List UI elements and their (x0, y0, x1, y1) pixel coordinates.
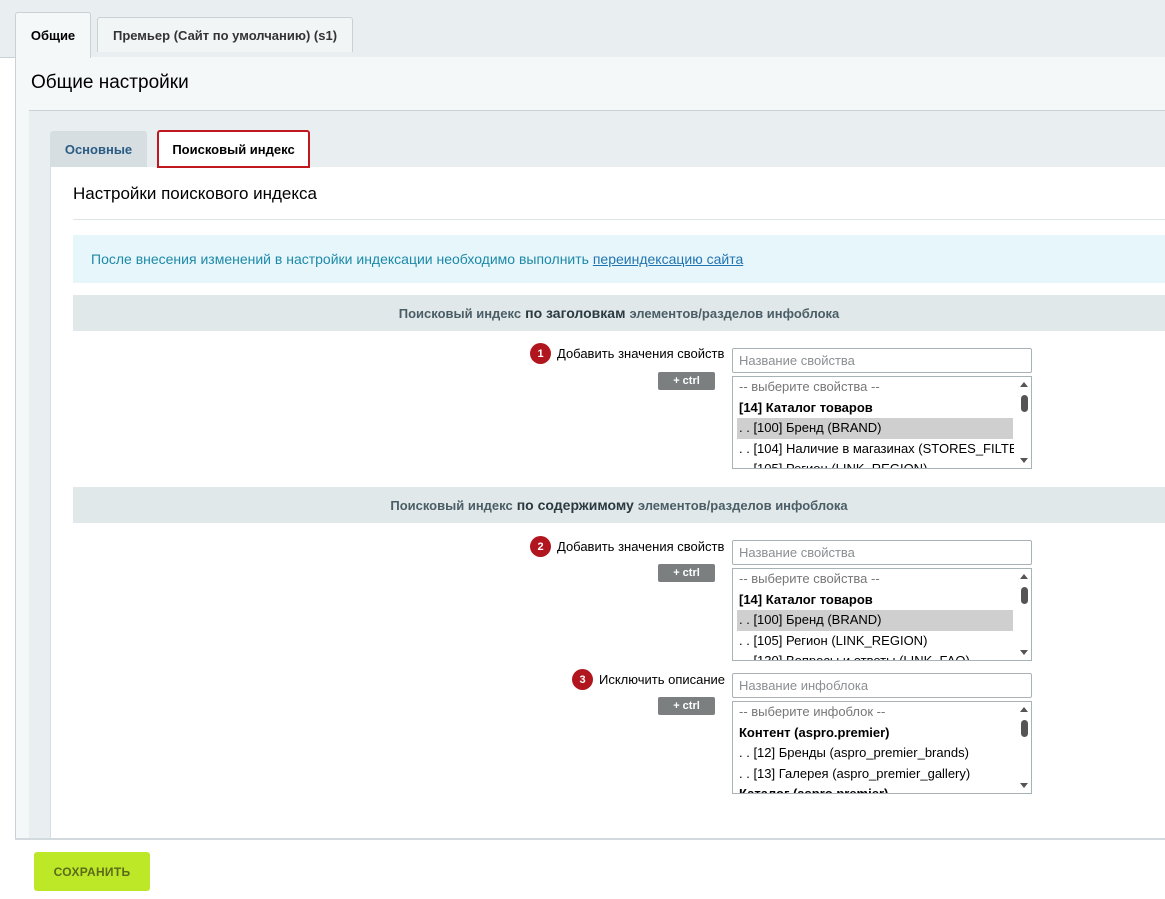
band-suffix: элементов/разделов инфоблока (637, 497, 848, 513)
scrollbar[interactable] (1017, 569, 1031, 660)
ctrl-hint-button[interactable]: + ctrl (658, 372, 715, 390)
band-prefix: Поисковый индекс (398, 305, 522, 321)
section-band-content: Поисковый индекс по содержимому элементо… (73, 487, 1165, 523)
footer-bar (15, 840, 1165, 899)
list-option[interactable]: -- выберите свойства -- (733, 569, 1014, 590)
ctrl-hint-button[interactable]: + ctrl (658, 564, 715, 582)
scrollbar[interactable] (1017, 702, 1031, 793)
scroll-thumb[interactable] (1021, 720, 1028, 737)
reindex-link[interactable]: переиндексацию сайта (593, 251, 743, 267)
property-search-input[interactable] (732, 540, 1032, 565)
row-label-text: Добавить значения свойств (557, 539, 725, 554)
list-option-group[interactable]: Каталог (aspro.premier) (733, 784, 1014, 793)
list-option[interactable]: . . [12] Бренды (aspro_premier_brands) (733, 743, 1014, 764)
list-option-selected[interactable]: . . [100] Бренд (BRAND) (737, 418, 1013, 439)
row-label-exclude-description: 3 Исключить описание (572, 669, 725, 690)
iblock-search-input[interactable] (732, 673, 1032, 698)
band-emphasis: по содержимому (516, 497, 634, 513)
property-multiselect[interactable]: -- выберите свойства -- [14] Каталог тов… (732, 376, 1032, 469)
notice-text: После внесения изменений в настройки инд… (91, 251, 593, 267)
ctrl-hint-button[interactable]: + ctrl (658, 697, 715, 715)
page-title: Общие настройки (31, 72, 189, 93)
scroll-up-arrow-icon[interactable] (1020, 707, 1028, 712)
save-button[interactable]: СОХРАНИТЬ (34, 852, 150, 891)
tab-site-premier[interactable]: Премьер (Сайт по умолчанию) (s1) (97, 17, 353, 52)
step-badge: 3 (572, 669, 593, 690)
scroll-down-arrow-icon[interactable] (1020, 458, 1028, 463)
property-multiselect[interactable]: -- выберите свойства -- [14] Каталог тов… (732, 568, 1032, 661)
list-option[interactable]: . . [104] Наличие в магазинах (STORES_FI… (733, 439, 1014, 460)
scroll-thumb[interactable] (1021, 395, 1028, 412)
band-prefix: Поисковый индекс (390, 497, 513, 513)
list-option[interactable]: -- выберите инфоблок -- (733, 702, 1014, 723)
divider (73, 219, 1165, 220)
scroll-thumb[interactable] (1021, 587, 1028, 604)
step-badge: 1 (530, 343, 551, 364)
step-badge: 2 (530, 536, 551, 557)
list-option[interactable]: . . [13] Галерея (aspro_premier_gallery) (733, 764, 1014, 785)
section-band-titles: Поисковый индекс по заголовкам элементов… (73, 295, 1165, 331)
scrollbar[interactable] (1017, 377, 1031, 468)
scroll-down-arrow-icon[interactable] (1020, 783, 1028, 788)
row-label-add-properties-1: 1 Добавить значения свойств (530, 343, 724, 364)
list-option-group[interactable]: [14] Каталог товаров (733, 590, 1014, 611)
scroll-down-arrow-icon[interactable] (1020, 650, 1028, 655)
band-emphasis: по заголовкам (525, 305, 626, 321)
tab-general[interactable]: Общие (15, 12, 91, 58)
scroll-up-arrow-icon[interactable] (1020, 382, 1028, 387)
list-option[interactable]: -- выберите свойства -- (733, 377, 1014, 398)
iblock-multiselect[interactable]: -- выберите инфоблок -- Контент (aspro.p… (732, 701, 1032, 794)
list-option-group[interactable]: [14] Каталог товаров (733, 398, 1014, 419)
list-option[interactable]: . . [105] Регион (LINK_REGION) (733, 631, 1014, 652)
tab-basic[interactable]: Основные (50, 131, 147, 167)
section-title: Настройки поискового индекса (73, 184, 317, 203)
scroll-up-arrow-icon[interactable] (1020, 574, 1028, 579)
list-option[interactable]: . . [130] Вопросы и ответы (LINK_FAQ) (733, 651, 1014, 660)
tab-search-index[interactable]: Поисковый индекс (157, 130, 310, 168)
reindex-notice: После внесения изменений в настройки инд… (73, 235, 1165, 283)
row-label-text: Добавить значения свойств (557, 346, 725, 361)
property-search-input[interactable] (732, 348, 1032, 373)
list-option-group[interactable]: Контент (aspro.premier) (733, 723, 1014, 744)
row-label-text: Исключить описание (599, 672, 726, 687)
row-label-add-properties-2: 2 Добавить значения свойств (530, 536, 724, 557)
list-option-selected[interactable]: . . [100] Бренд (BRAND) (737, 610, 1013, 631)
band-suffix: элементов/разделов инфоблока (629, 305, 840, 321)
list-option[interactable]: . . [105] Регион (LINK_REGION) (733, 459, 1014, 468)
